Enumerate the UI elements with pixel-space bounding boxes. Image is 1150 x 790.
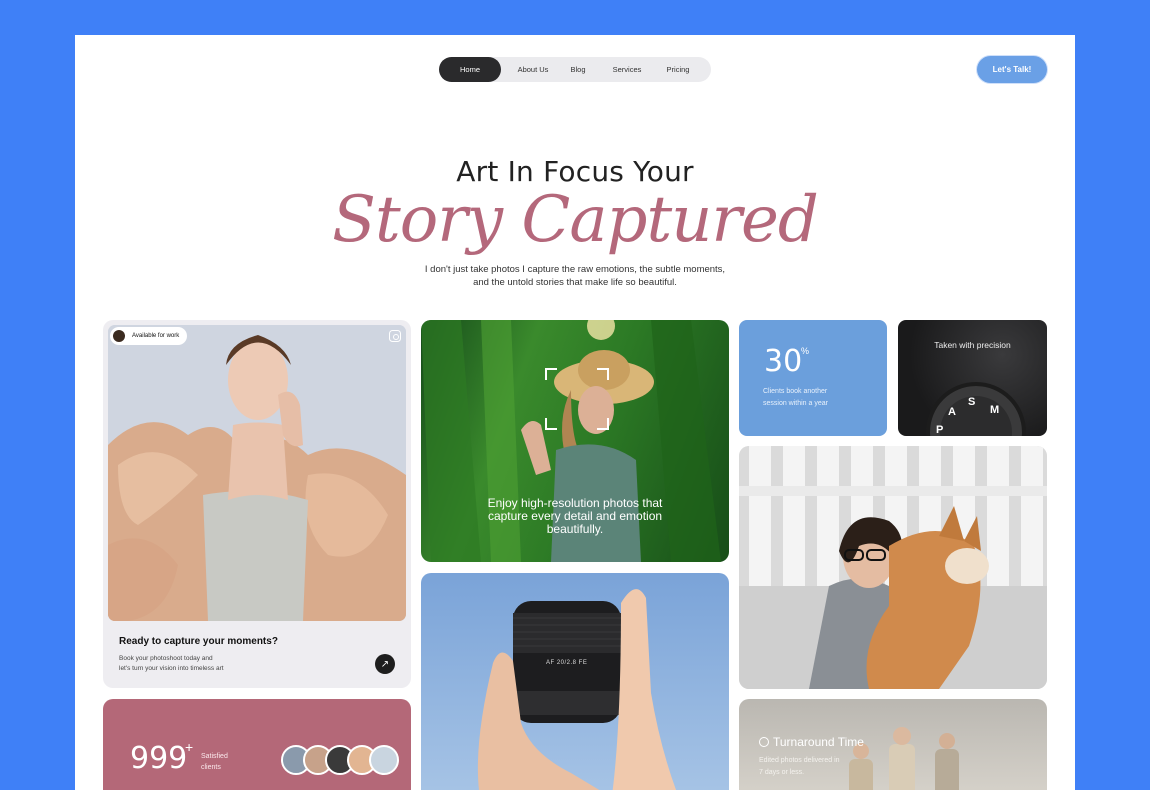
clients-number: 999 xyxy=(130,741,188,776)
nav-pricing[interactable]: Pricing xyxy=(663,57,693,82)
turnaround-card: Turnaround Time Edited photos delivered … xyxy=(739,699,1047,790)
portrait-photo xyxy=(108,325,406,621)
clients-plus: + xyxy=(185,739,194,755)
nav-home[interactable]: Home xyxy=(439,57,501,82)
portrait-card-text: Book your photoshoot today and let's tur… xyxy=(119,654,269,674)
stat-text: Clients book another session within a ye… xyxy=(763,386,883,410)
clients-label: Satisfied clients xyxy=(201,751,241,773)
corn-field-card: Enjoy high-resolution photos that captur… xyxy=(421,320,729,562)
dog-portrait-card xyxy=(739,446,1047,689)
portrait-card-text-line2: let's turn your vision into timeless art xyxy=(119,665,224,672)
portrait-card[interactable]: Available for work Ready to capture your… xyxy=(103,320,411,688)
hero-heading-line2: Story Captured xyxy=(332,183,819,257)
corn-card-text-line3: beautifully. xyxy=(546,522,604,536)
dial-letter: P xyxy=(936,424,944,436)
camera-dial-icon: S M A P xyxy=(926,382,1026,436)
hero-subtitle-line1: I don't just take photos I capture the r… xyxy=(424,264,726,275)
clock-icon xyxy=(759,737,769,747)
nav-about-us[interactable]: About Us xyxy=(501,57,565,82)
dial-letter: A xyxy=(948,406,956,418)
avatar xyxy=(369,745,399,775)
stat-text-line2: session within a year xyxy=(763,400,828,407)
stat-percent-symbol: % xyxy=(801,346,810,356)
portrait-illustration xyxy=(108,325,406,621)
avatar xyxy=(113,330,125,342)
focus-frame-corner xyxy=(545,368,557,380)
portrait-card-text-line1: Book your photoshoot today and xyxy=(119,655,213,662)
stat-number: 30 xyxy=(764,344,803,379)
available-badge: Available for work xyxy=(110,327,188,345)
clients-label-line2: clients xyxy=(201,764,221,771)
arrow-up-right-icon[interactable]: ↗ xyxy=(375,654,395,674)
turnaround-text: Edited photos delivered in 7 days or les… xyxy=(759,755,859,779)
stat-text-line1: Clients book another xyxy=(763,388,828,395)
dog-portrait-illustration xyxy=(739,446,1047,689)
landing-page: Home About Us Blog Services Pricing Let'… xyxy=(75,35,1075,790)
turnaround-title: Turnaround Time xyxy=(773,735,864,749)
lens-card: AF 20/2.8 FE xyxy=(421,573,729,790)
turnaround-text-line1: Edited photos delivered in xyxy=(759,757,840,764)
corn-card-text: Enjoy high-resolution photos that captur… xyxy=(461,497,689,536)
hero-subtitle-line2: and the untold stories that make life so… xyxy=(473,277,677,288)
focus-frame-corner xyxy=(597,418,609,430)
nav-services[interactable]: Services xyxy=(591,57,663,82)
client-avatars xyxy=(281,745,399,775)
instagram-icon[interactable] xyxy=(389,330,401,342)
clients-label-line1: Satisfied xyxy=(201,753,228,760)
portrait-card-title: Ready to capture your moments? xyxy=(119,636,278,647)
lens-label: AF 20/2.8 FE xyxy=(546,660,588,666)
clients-card: 999 + Satisfied clients xyxy=(103,699,411,790)
top-nav: Home About Us Blog Services Pricing xyxy=(439,57,711,82)
focus-frame-corner xyxy=(545,418,557,430)
precision-card: Taken with precision S M A P xyxy=(898,320,1047,436)
nav-blog[interactable]: Blog xyxy=(565,57,591,82)
available-badge-label: Available for work xyxy=(132,333,180,339)
dial-letter: M xyxy=(990,404,1000,416)
rebook-stat-card: 30 % Clients book another session within… xyxy=(739,320,887,436)
lets-talk-button[interactable]: Let's Talk! xyxy=(977,56,1047,83)
dial-letter: S xyxy=(968,396,976,408)
lens-illustration xyxy=(477,589,677,790)
precision-card-title: Taken with precision xyxy=(934,340,1011,350)
turnaround-text-line2: 7 days or less. xyxy=(759,769,805,776)
hero-subtitle: I don't just take photos I capture the r… xyxy=(375,263,775,289)
focus-frame-corner xyxy=(597,368,609,380)
